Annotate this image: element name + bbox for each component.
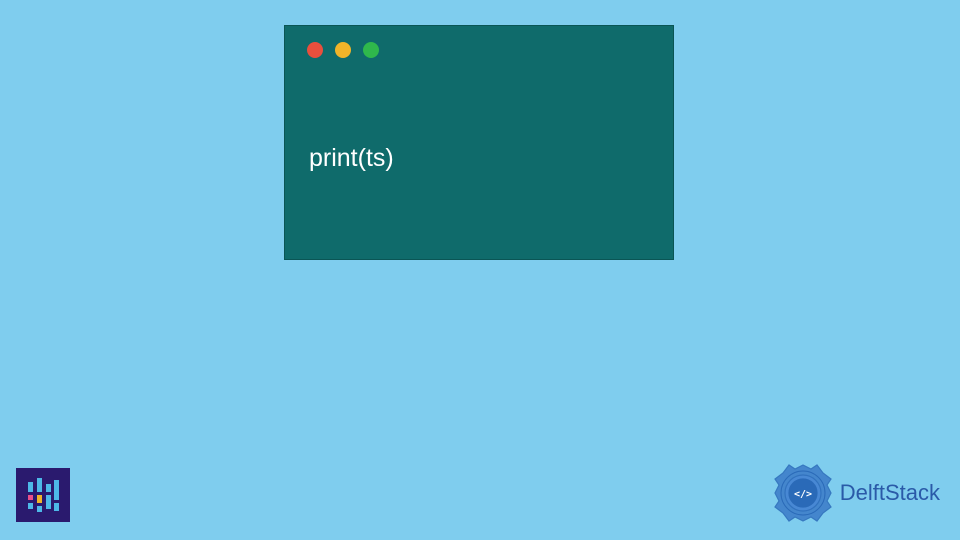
close-icon	[307, 42, 323, 58]
terminal-window: print(ts)	[284, 25, 674, 260]
code-content: print(ts)	[309, 144, 394, 173]
window-controls	[307, 42, 379, 58]
brand-name: DelftStack	[840, 480, 940, 506]
maximize-icon	[363, 42, 379, 58]
svg-text:</>: </>	[794, 489, 812, 500]
delftstack-icon: </>	[772, 462, 834, 524]
left-logo	[16, 468, 70, 522]
brand-logo: </> DelftStack	[772, 462, 940, 524]
minimize-icon	[335, 42, 351, 58]
bars-icon	[24, 476, 62, 514]
